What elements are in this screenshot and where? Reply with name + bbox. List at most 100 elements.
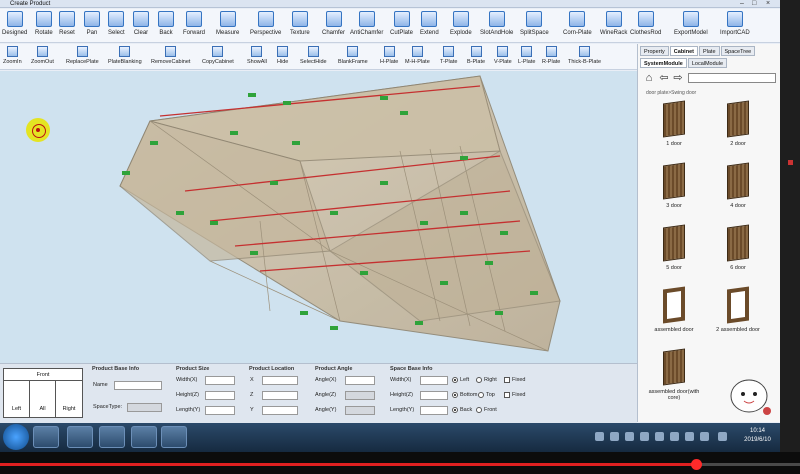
forward-arrow-icon[interactable]: ⇨: [672, 72, 684, 84]
tray-icon-5[interactable]: [655, 432, 664, 441]
library-item[interactable]: 3 door: [644, 162, 704, 209]
designed-button[interactable]: Designed: [2, 11, 27, 41]
size-length-field[interactable]: [205, 406, 235, 415]
hide-button[interactable]: Hide: [277, 46, 288, 68]
tab-property[interactable]: Property: [640, 46, 669, 56]
radio-front[interactable]: [476, 407, 482, 413]
measure-button[interactable]: Measure: [216, 11, 239, 41]
minimize-icon[interactable]: –: [740, 0, 744, 8]
library-item[interactable]: assembled door(with core): [644, 348, 704, 401]
library-search-input[interactable]: [688, 73, 776, 83]
space-type-field[interactable]: [127, 403, 162, 412]
3d-viewport[interactable]: [0, 71, 637, 363]
radio-back[interactable]: [452, 407, 458, 413]
pan-button[interactable]: Pan: [84, 11, 100, 41]
explode-button[interactable]: Explode: [450, 11, 472, 41]
tray-icon-8[interactable]: [700, 432, 709, 441]
forward-button[interactable]: Forward: [183, 11, 205, 41]
b-plate-button[interactable]: B-Plate: [467, 46, 485, 68]
m-h-plate-button[interactable]: M-H-Plate: [405, 46, 430, 68]
exportmodel-button[interactable]: ExportModel: [674, 11, 708, 41]
tray-icon-7[interactable]: [685, 432, 694, 441]
taskbar-clock[interactable]: 10:14 2019/6/10: [735, 427, 780, 445]
antichamfer-button[interactable]: AntiChamfer: [350, 11, 383, 41]
tab-plate[interactable]: Plate: [698, 46, 720, 56]
winerack-button[interactable]: WineRack: [600, 11, 627, 41]
close-icon[interactable]: ×: [766, 0, 770, 8]
l-plate-button[interactable]: L-Plate: [518, 46, 535, 68]
radio-bottom[interactable]: [452, 392, 458, 398]
size-height-field[interactable]: [205, 391, 235, 400]
corn-plate-button[interactable]: Corn-Plate: [563, 11, 592, 41]
tab-cabinet[interactable]: Cabinet: [669, 46, 698, 56]
rotate-button[interactable]: Rotate: [35, 11, 53, 41]
view-left-button[interactable]: Left: [4, 381, 30, 417]
perspective-button[interactable]: Perspective: [250, 11, 281, 41]
reset-button[interactable]: Reset: [59, 11, 75, 41]
progress-knob[interactable]: [691, 459, 702, 470]
location-y-field[interactable]: [262, 406, 298, 415]
h-plate-button[interactable]: H-Plate: [380, 46, 398, 68]
space-width-field[interactable]: [420, 376, 448, 385]
location-x-field[interactable]: [262, 376, 298, 385]
r-plate-button[interactable]: R-Plate: [542, 46, 560, 68]
texture-button[interactable]: Texture: [290, 11, 310, 41]
slotandhole-button[interactable]: SlotAndHole: [480, 11, 513, 41]
taskbar-app-2[interactable]: [67, 426, 93, 448]
v-plate-button[interactable]: V-Plate: [494, 46, 512, 68]
taskbar-folder-app[interactable]: [161, 426, 187, 448]
taskbar-app-3[interactable]: [99, 426, 125, 448]
tray-icon-9[interactable]: [718, 432, 727, 441]
selecthide-button[interactable]: SelectHide: [300, 46, 327, 68]
radio-right[interactable]: [476, 377, 482, 383]
library-item[interactable]: 2 assembled door: [708, 286, 768, 333]
thick-b-plate-button[interactable]: Thick-B-Plate: [568, 46, 601, 68]
space-height-field[interactable]: [420, 391, 448, 400]
start-button[interactable]: [3, 424, 29, 450]
view-right-button[interactable]: Right: [56, 381, 82, 417]
tab-spacetree[interactable]: SpaceTree: [720, 46, 756, 56]
maximize-icon[interactable]: □: [752, 0, 756, 8]
angle-x-field[interactable]: [345, 376, 375, 385]
subtab-systemmodule[interactable]: SystemModule: [640, 58, 687, 68]
subtab-localmodule[interactable]: LocalModule: [687, 58, 728, 68]
angle-y-field[interactable]: [345, 406, 375, 415]
tray-icon-3[interactable]: [625, 432, 634, 441]
tray-icon-6[interactable]: [670, 432, 679, 441]
back-arrow-icon[interactable]: ⇦: [658, 72, 670, 84]
space-length-field[interactable]: [420, 406, 448, 415]
copycabinet-button[interactable]: CopyCabinet: [202, 46, 234, 68]
removecabinet-button[interactable]: RemoveCabinet: [151, 46, 190, 68]
library-item[interactable]: assembled door: [644, 286, 704, 333]
back-button[interactable]: Back: [158, 11, 174, 41]
home-icon[interactable]: ⌂: [643, 72, 655, 84]
showall-button[interactable]: ShowAll: [247, 46, 267, 68]
library-item[interactable]: 6 door: [708, 224, 768, 271]
clothesrod-button[interactable]: ClothesRod: [630, 11, 661, 41]
importcad-button[interactable]: ImportCAD: [720, 11, 750, 41]
name-field[interactable]: [114, 381, 162, 390]
plateblanking-button[interactable]: PlateBlanking: [108, 46, 142, 68]
radio-top[interactable]: [478, 392, 484, 398]
fixed-x-checkbox[interactable]: [504, 377, 510, 383]
chamfer-button[interactable]: Chamfer: [322, 11, 345, 41]
radio-left[interactable]: [452, 377, 458, 383]
view-all-button[interactable]: All: [30, 381, 56, 417]
splitspace-button[interactable]: SplitSpace: [520, 11, 549, 41]
extend-button[interactable]: Extend: [420, 11, 439, 41]
cutplate-button[interactable]: CutPlate: [390, 11, 413, 41]
location-z-field[interactable]: [262, 391, 298, 400]
zoomout-button[interactable]: ZoomOut: [31, 46, 54, 68]
clear-button[interactable]: Clear: [133, 11, 149, 41]
t-plate-button[interactable]: T-Plate: [440, 46, 457, 68]
library-item[interactable]: 4 door: [708, 162, 768, 209]
tray-icon-4[interactable]: [640, 432, 649, 441]
taskbar-app-1[interactable]: [33, 426, 59, 448]
library-item[interactable]: 5 door: [644, 224, 704, 271]
replaceplate-button[interactable]: ReplacePlate: [66, 46, 99, 68]
size-width-field[interactable]: [205, 376, 235, 385]
zoomin-button[interactable]: ZoomIn: [3, 46, 22, 68]
tray-icon-1[interactable]: [595, 432, 604, 441]
library-item[interactable]: 2 door: [708, 100, 768, 147]
library-item[interactable]: 1 door: [644, 100, 704, 147]
